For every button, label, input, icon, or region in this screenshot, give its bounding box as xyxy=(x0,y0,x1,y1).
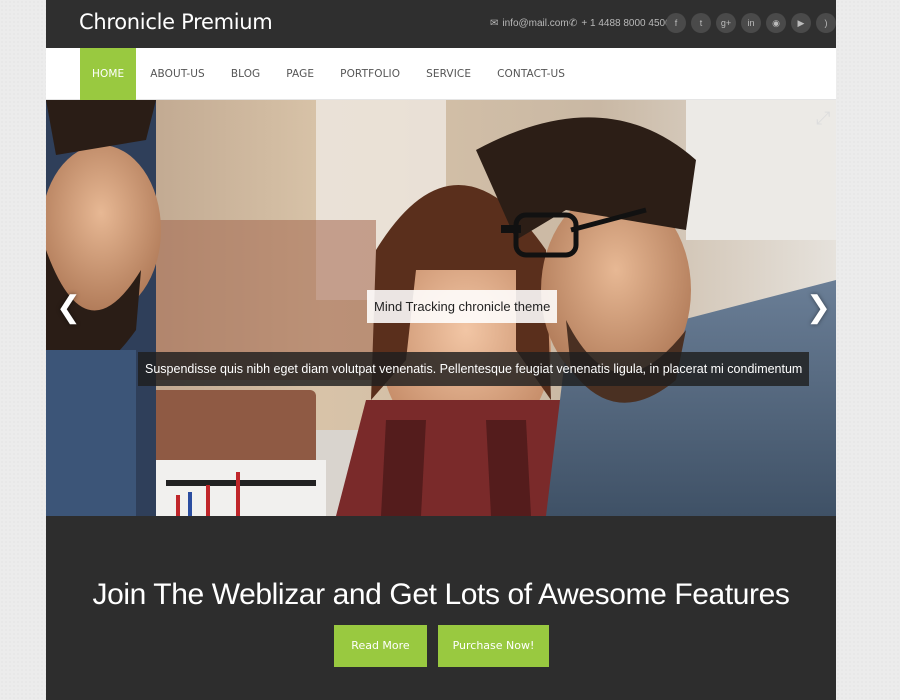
nav-item-about-us[interactable]: ABOUT-US xyxy=(138,48,217,100)
nav-item-blog[interactable]: BLOG xyxy=(219,48,272,100)
contact-email[interactable]: ✉ info@mail.com xyxy=(490,18,569,29)
linkedin-icon[interactable]: in xyxy=(741,13,761,33)
youtube-icon[interactable]: ▶ xyxy=(791,13,811,33)
call-to-action: Join The Weblizar and Get Lots of Awesom… xyxy=(46,516,836,700)
slide-caption-text: Suspendisse quis nibh eget diam volutpat… xyxy=(138,352,810,386)
nav-item-contact-us[interactable]: CONTACT-US xyxy=(485,48,577,100)
hero-slider: ⤢ ❮ ❯ Mind Tracking chronicle theme Susp… xyxy=(46,100,836,516)
nav-item-portfolio[interactable]: PORTFOLIO xyxy=(328,48,412,100)
read-more-button[interactable]: Read More xyxy=(334,625,427,667)
fullscreen-icon[interactable]: ⤢ xyxy=(816,108,830,129)
slider-next-arrow[interactable]: ❯ xyxy=(806,290,831,325)
contact-phone: ✆ + 1 4488 8000 4500 xyxy=(569,18,671,29)
slide-caption-title: Mind Tracking chronicle theme xyxy=(367,290,558,323)
page-wrapper: Chronicle Premium ✉ info@mail.com ✆ + 1 … xyxy=(46,0,836,700)
slider-prev-arrow[interactable]: ❮ xyxy=(56,290,81,325)
purchase-now-button[interactable]: Purchase Now! xyxy=(438,625,549,667)
rss-icon[interactable]: ) xyxy=(816,13,836,33)
flickr-icon[interactable]: ◉ xyxy=(766,13,786,33)
envelope-icon: ✉ xyxy=(490,18,499,29)
google-plus-icon[interactable]: g+ xyxy=(716,13,736,33)
phone-text: + 1 4488 8000 4500 xyxy=(581,18,671,29)
phone-icon: ✆ xyxy=(569,18,578,29)
cta-title: Join The Weblizar and Get Lots of Awesom… xyxy=(92,578,790,611)
social-links: f t g+ in ◉ ▶) xyxy=(666,13,836,33)
site-brand[interactable]: Chronicle Premium xyxy=(79,10,273,34)
email-text: info@mail.com xyxy=(502,18,569,29)
nav-menu: HOME ABOUT-US BLOG PAGE PORTFOLIO SERVICE CONT… xyxy=(80,48,579,100)
facebook-icon[interactable]: f xyxy=(666,13,686,33)
nav-item-home[interactable]: HOME xyxy=(80,48,137,100)
nav-item-service[interactable]: SERVICE xyxy=(414,48,483,100)
main-nav: HOME ABOUT-US BLOG PAGE PORTFOLIO SERVICE CONT… xyxy=(46,48,836,100)
top-bar: Chronicle Premium ✉ info@mail.com ✆ + 1 … xyxy=(46,0,836,48)
twitter-icon[interactable]: t xyxy=(691,13,711,33)
nav-item-page[interactable]: PAGE xyxy=(274,48,326,100)
